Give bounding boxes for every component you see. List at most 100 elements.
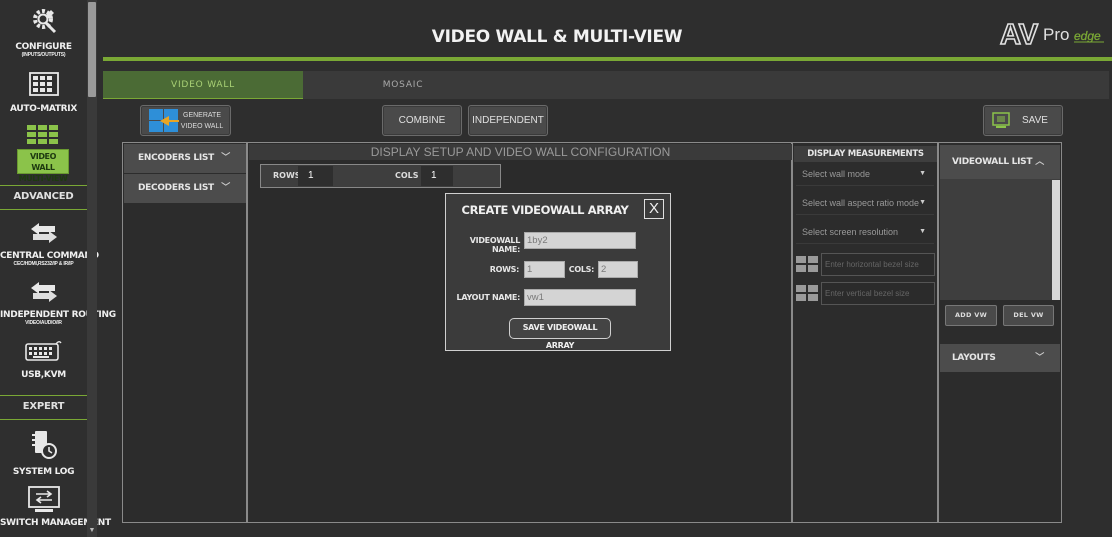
close-button[interactable]: X: [644, 199, 664, 219]
scrollbar-thumb[interactable]: [88, 2, 96, 97]
caret-down-icon: ▼: [919, 228, 926, 235]
rows-label: ROWS: [273, 171, 301, 180]
decoders-list-header[interactable]: DECODERS LIST ﹀: [124, 174, 246, 203]
videowall-list[interactable]: [940, 179, 1060, 300]
caret-down-icon: ▼: [919, 199, 926, 206]
cols-value[interactable]: 1: [421, 166, 453, 186]
layouts-header[interactable]: LAYOUTS ﹀: [940, 344, 1060, 372]
nav-system-log-label: SYSTEM LOG: [12, 467, 75, 477]
nav-video-wall-active[interactable]: VIDEO WALL MULTI-VIEW: [17, 149, 69, 183]
nav-configure-label: CONFIGURE: [15, 42, 72, 52]
aspect-ratio-value: Select wall aspect ratio mode: [802, 198, 920, 208]
logo-av: AV: [1000, 19, 1039, 50]
create-videowall-dialog: CREATE VIDEOWALL ARRAY X VIDEOWALL NAME:…: [445, 193, 671, 351]
switch-icon: [27, 486, 60, 512]
sidebar-scrollbar[interactable]: ▼: [87, 0, 97, 537]
nav-configure[interactable]: CONFIGURE (INPUTS/OUTPUTS): [0, 6, 87, 58]
generate-video-wall-button[interactable]: GENERATE VIDEO WALL: [140, 105, 231, 136]
nav-configure-sub: (INPUTS/OUTPUTS): [21, 52, 66, 58]
divider-center: [791, 142, 793, 523]
rows-cols-bar: ROWS 1 COLS 1: [260, 164, 501, 188]
tab-mosaic[interactable]: MOSAIC: [303, 71, 503, 99]
chevron-up-icon: ︿: [1035, 157, 1044, 167]
videowall-list-scrollbar[interactable]: [1052, 180, 1060, 300]
tab-bar: VIDEO WALL MOSAIC: [103, 71, 1109, 99]
nav-switch-management[interactable]: SWITCH MANAGEMENT: [0, 485, 111, 528]
encoders-list-header[interactable]: ENCODERS LIST ﹀: [124, 144, 246, 173]
save-monitor-icon: [992, 112, 1010, 128]
nav-video-wall-label-1: VIDEO WALL: [29, 152, 57, 172]
screen-resolution-value: Select screen resolution: [802, 227, 899, 237]
chevron-down-icon: ﹀: [221, 183, 230, 193]
screen-resolution-select[interactable]: Select screen resolution ▼: [796, 220, 934, 244]
avpro-logo: AV Pro edge: [998, 16, 1106, 52]
nav-central-command[interactable]: CENTRAL COMMAND CEC/HDMI,RS232/IP & IR/I…: [0, 222, 99, 267]
cols-label: COLS: [395, 171, 419, 180]
display-measurements-title: DISPLAY MEASUREMENTS: [794, 146, 937, 162]
nav-system-log[interactable]: SYSTEM LOG: [0, 430, 87, 477]
videowall-list-header[interactable]: VIDEOWALL LIST ︿: [940, 145, 1060, 179]
header-divider: [103, 57, 1112, 61]
tab-video-wall[interactable]: VIDEO WALL: [103, 71, 303, 99]
videowall-name-input[interactable]: 1by2: [524, 232, 636, 249]
del-vw-button[interactable]: DEL VW: [1003, 305, 1054, 326]
matrix-grid-icon: [28, 72, 59, 96]
chevron-down-icon: ﹀: [221, 153, 230, 163]
layout-name-label: LAYOUT NAME:: [456, 293, 521, 302]
wall-mode-select[interactable]: Select wall mode ▼: [796, 162, 934, 186]
keyboard-icon: [24, 341, 62, 361]
logo-edge: edge: [1074, 29, 1101, 43]
cols-input[interactable]: 2: [598, 261, 638, 278]
cols-label: COLS:: [568, 265, 595, 274]
decoders-list-label: DECODERS LIST: [138, 183, 214, 193]
nav-switch-management-label: SWITCH MANAGEMENT: [0, 518, 111, 528]
swap-arrows-icon: [30, 282, 57, 302]
horizontal-bezel-icon: [796, 256, 818, 272]
nav-central-command-label: CENTRAL COMMAND: [0, 251, 99, 261]
section-advanced: ADVANCED: [0, 185, 87, 210]
divider-left: [246, 142, 248, 523]
videowall-name-label: VIDEOWALL NAME:: [469, 236, 521, 254]
vertical-bezel-icon: [796, 285, 818, 301]
page-title: VIDEO WALL & MULTI-VIEW: [431, 27, 683, 47]
save-button[interactable]: SAVE: [983, 105, 1063, 136]
header: VIDEO WALL & MULTI-VIEW: [97, 0, 1112, 62]
caret-down-icon: ▼: [919, 170, 926, 177]
encoders-list-label: ENCODERS LIST: [138, 153, 214, 163]
gear-icon: [32, 9, 56, 34]
save-label: SAVE: [1022, 115, 1048, 126]
logo-pro: Pro: [1043, 25, 1069, 44]
section-expert: EXPERT: [0, 395, 87, 420]
generate-label-2: VIDEO WALL: [180, 123, 224, 130]
nav-auto-matrix-label: AUTO-MATRIX: [10, 104, 77, 114]
save-videowall-array-button[interactable]: SAVE VIDEOWALL ARRAY: [509, 318, 611, 350]
generate-label-1: GENERATE: [183, 112, 221, 119]
horizontal-bezel-input[interactable]: Enter horizontal bezel size: [821, 253, 935, 276]
display-setup-title: DISPLAY SETUP AND VIDEO WALL CONFIGURATI…: [249, 144, 792, 160]
generate-wall-icon: [149, 109, 179, 132]
nav-independent-routing-label: INDEPENDENT ROUTING: [0, 310, 116, 320]
combine-button[interactable]: COMBINE: [382, 105, 462, 136]
layouts-label: LAYOUTS: [952, 353, 996, 363]
rows-value[interactable]: 1: [298, 166, 333, 186]
nav-central-command-sub: CEC/HDMI,RS232/IP & IR/IP: [13, 261, 74, 267]
nav-usb-kvm-label: USB,KVM: [21, 370, 66, 380]
nav-video-wall-label-2: MULTI-VIEW: [18, 174, 68, 183]
sidebar: CONFIGURE (INPUTS/OUTPUTS) AUTO-MATRIX V…: [0, 0, 116, 537]
layout-name-input[interactable]: vw1: [524, 289, 636, 306]
nav-independent-routing-sub: VIDEO/AUDIO/IR: [25, 320, 62, 326]
nav-auto-matrix[interactable]: AUTO-MATRIX: [0, 72, 87, 114]
vertical-bezel-input[interactable]: Enter vertical bezel size: [821, 282, 935, 305]
add-vw-button[interactable]: ADD VW: [945, 305, 997, 326]
scroll-down-icon[interactable]: ▼: [88, 527, 96, 535]
chevron-down-icon: ﹀: [1035, 353, 1044, 363]
nav-independent-routing[interactable]: INDEPENDENT ROUTING VIDEO/AUDIO/IR: [0, 281, 116, 326]
rows-input[interactable]: 1: [524, 261, 565, 278]
dialog-title: CREATE VIDEOWALL ARRAY: [461, 203, 629, 217]
nav-usb-kvm[interactable]: USB,KVM: [0, 339, 87, 380]
aspect-ratio-select[interactable]: Select wall aspect ratio mode ▼: [796, 191, 934, 215]
video-wall-icon: [27, 125, 58, 144]
independent-button[interactable]: INDEPENDENT: [468, 105, 548, 136]
wall-mode-value: Select wall mode: [802, 169, 871, 179]
swap-arrows-icon: [30, 223, 57, 243]
